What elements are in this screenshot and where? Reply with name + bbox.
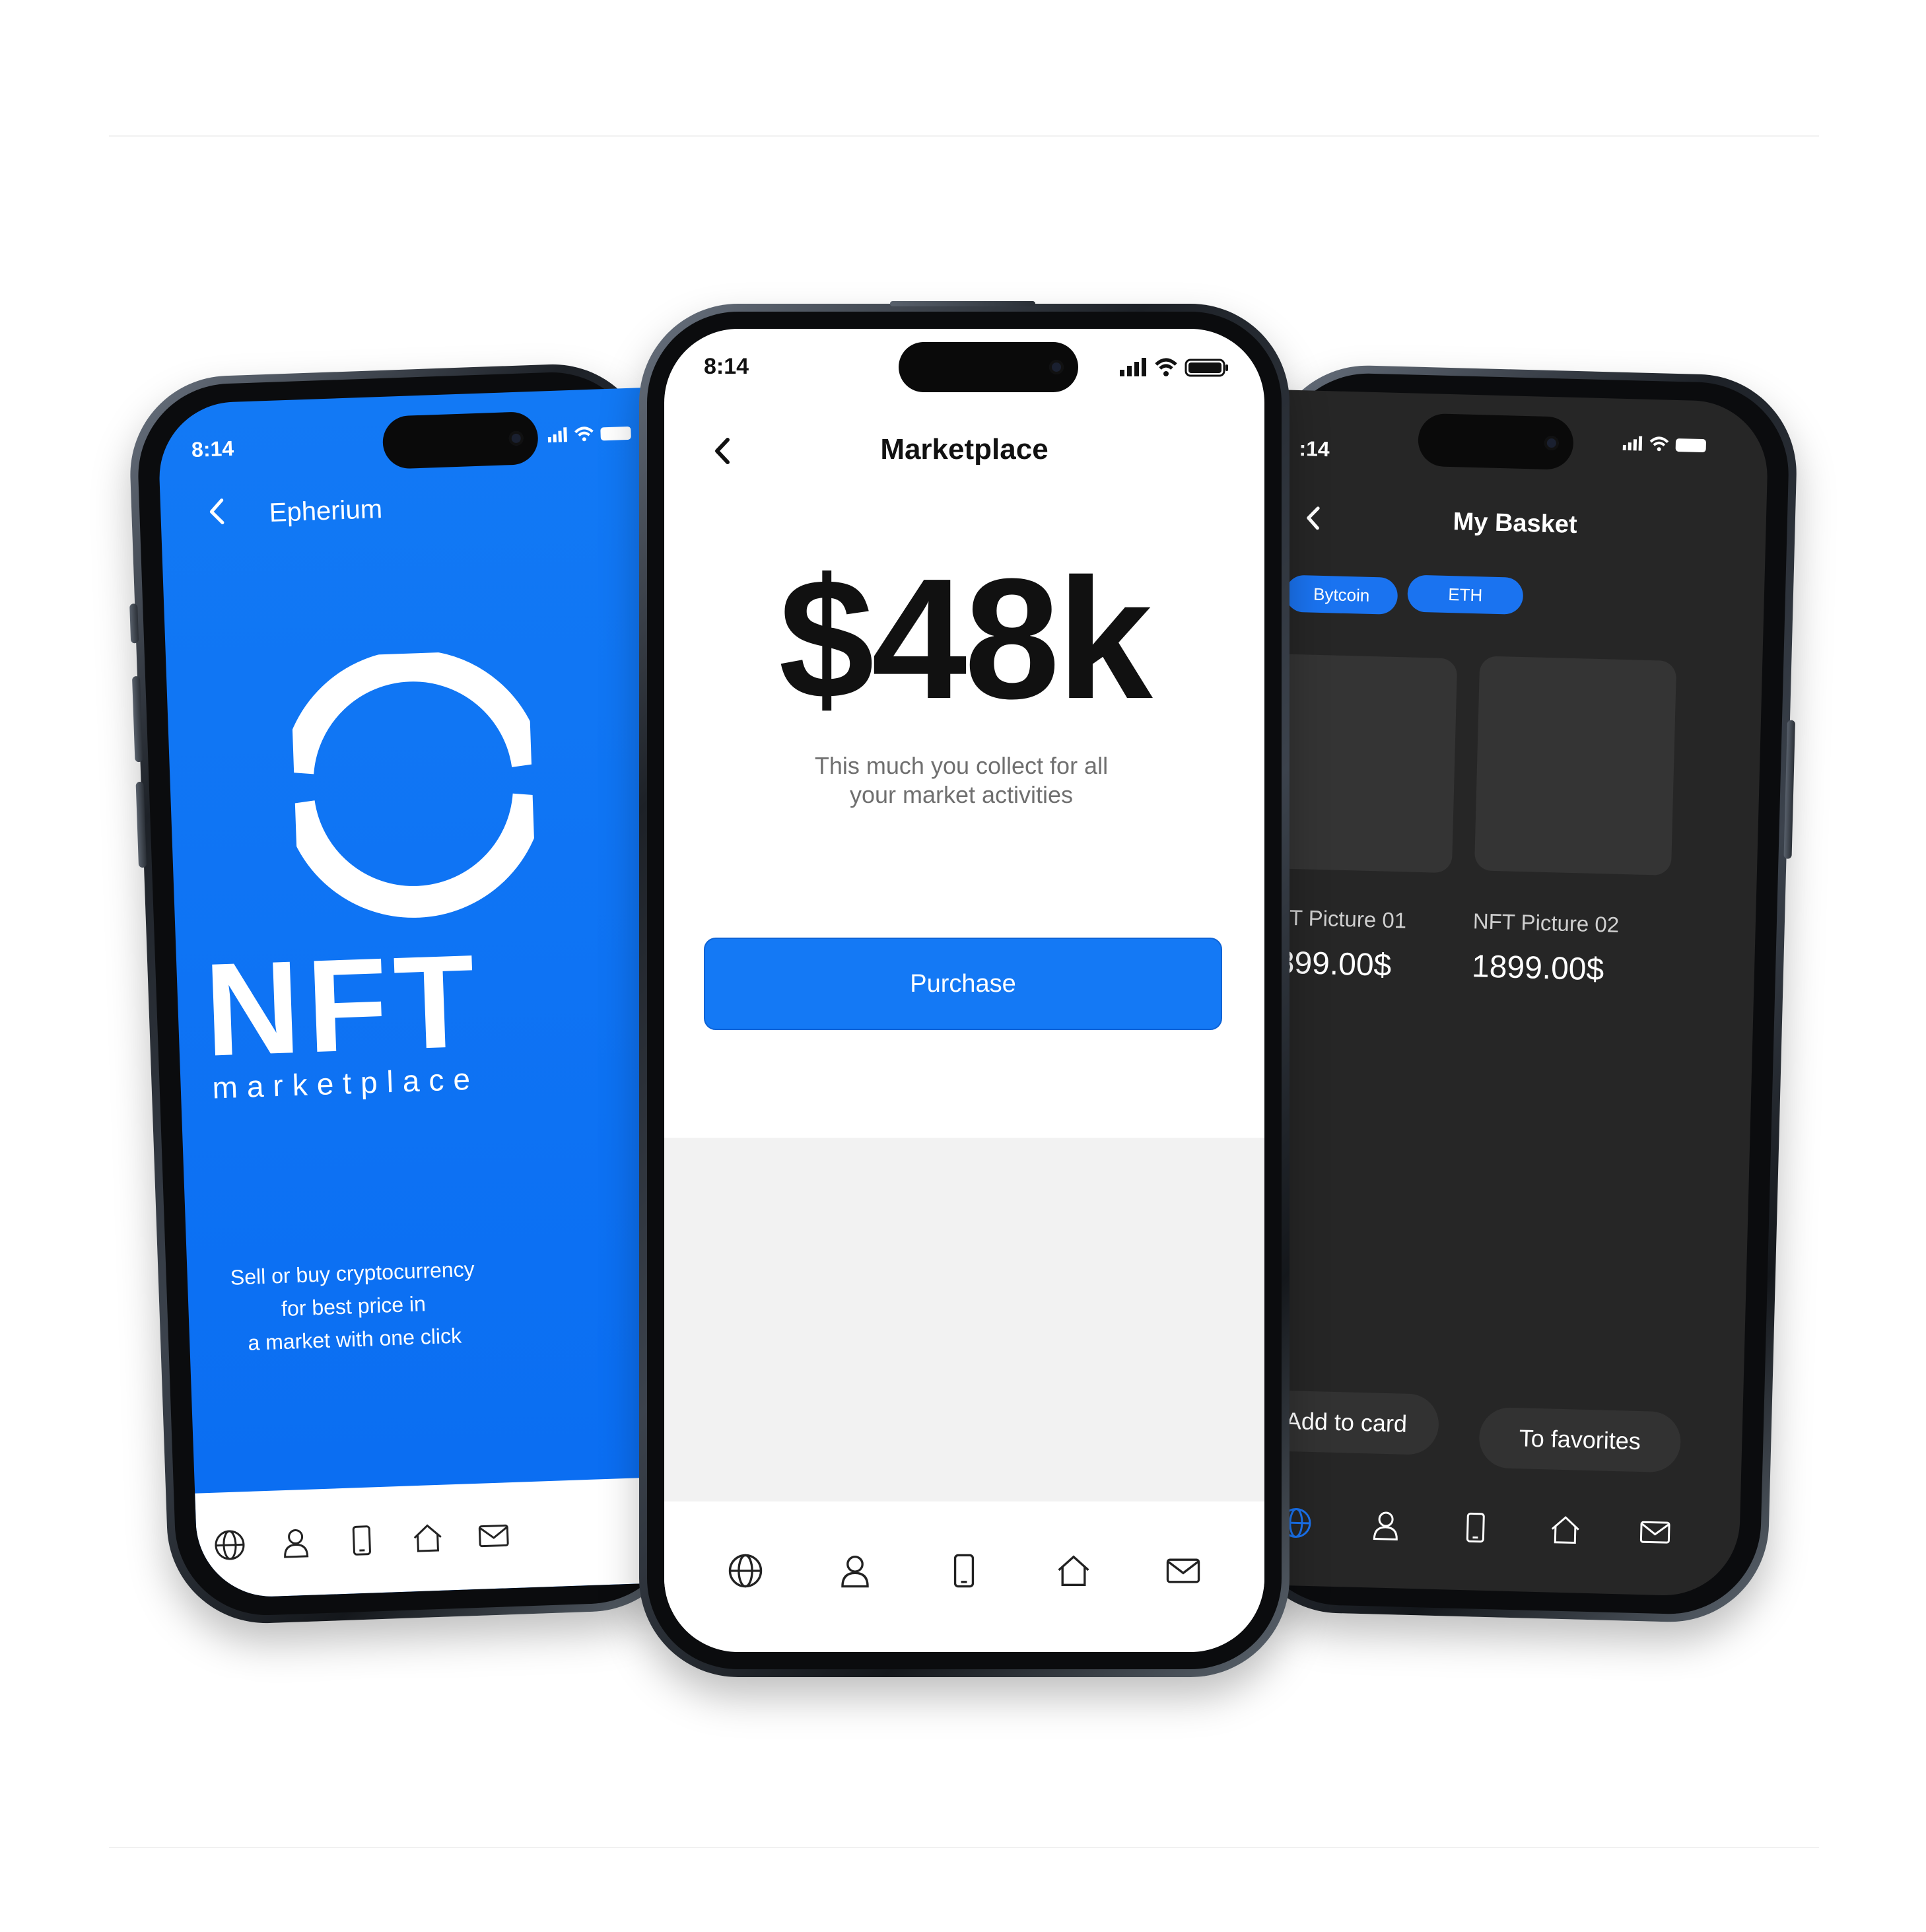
- status-icons: [1622, 433, 1715, 459]
- status-time: :14: [1299, 436, 1330, 462]
- mail-icon[interactable]: [1165, 1552, 1202, 1589]
- center-phone: 8:14 Marketplace $48k This much you coll…: [639, 301, 1290, 1677]
- top-speaker: [890, 301, 1035, 306]
- purchase-button[interactable]: Purchase: [704, 938, 1222, 1030]
- home-icon[interactable]: [1546, 1511, 1584, 1548]
- right-phone: :14 My Basket Bytcoin ETH NFT Picture 01…: [1238, 362, 1799, 1625]
- camera-dot: [1544, 435, 1560, 451]
- logo-text-nft: NFT: [202, 927, 484, 1084]
- bottom-nav: [1243, 1472, 1741, 1584]
- home-icon[interactable]: [1055, 1552, 1092, 1589]
- logo-ring-icon: [282, 649, 545, 938]
- nft-name-02: NFT Picture 02: [1472, 909, 1620, 937]
- status-icons: [547, 422, 640, 448]
- globe-icon[interactable]: [211, 1526, 249, 1564]
- screen-title: My Basket: [1453, 508, 1578, 539]
- epherium-screen: 8:14 Epherium NFT marketplace Sell or bu…: [156, 387, 687, 1599]
- nft-price-02: 1899.00$: [1471, 949, 1604, 988]
- user-icon[interactable]: [1367, 1506, 1404, 1544]
- basket-screen: :14 My Basket Bytcoin ETH NFT Picture 01…: [1243, 389, 1770, 1598]
- mail-icon[interactable]: [475, 1517, 513, 1555]
- dynamic-island: [899, 342, 1078, 392]
- status-time: 8:14: [704, 354, 749, 379]
- to-favorites-button[interactable]: To favorites: [1478, 1406, 1682, 1473]
- bottom-divider: [109, 1847, 1819, 1848]
- globe-icon[interactable]: [727, 1552, 764, 1589]
- content-placeholder: [664, 1138, 1264, 1507]
- chip-bytcoin[interactable]: Bytcoin: [1285, 574, 1398, 615]
- top-divider: [109, 135, 1819, 137]
- collected-amount: $48k: [778, 543, 1152, 735]
- description-line: This much you collect for all: [814, 752, 1109, 779]
- user-icon[interactable]: [837, 1552, 874, 1589]
- camera-dot: [1049, 360, 1064, 374]
- back-button[interactable]: [1300, 502, 1324, 537]
- status-icons: [1120, 355, 1239, 382]
- status-time: 8:14: [191, 436, 234, 462]
- left-phone: 8:14 Epherium NFT marketplace Sell or bu…: [127, 361, 692, 1627]
- description: Sell or buy cryptocurrency for best pric…: [187, 1251, 520, 1362]
- amount-description: This much you collect for all your marke…: [763, 751, 1159, 810]
- phone-icon[interactable]: [946, 1552, 982, 1589]
- phone-icon[interactable]: [1457, 1509, 1494, 1546]
- bottom-nav: [664, 1501, 1264, 1640]
- user-icon[interactable]: [277, 1524, 315, 1562]
- mail-icon[interactable]: [1636, 1513, 1674, 1551]
- phone-icon[interactable]: [343, 1521, 381, 1560]
- dynamic-island: [382, 411, 539, 469]
- chip-eth[interactable]: ETH: [1407, 574, 1524, 615]
- camera-dot: [508, 431, 524, 446]
- dynamic-island: [1417, 413, 1574, 470]
- description-line: your market activities: [849, 781, 1074, 808]
- nft-image-02[interactable]: [1474, 656, 1677, 876]
- bottom-nav: [195, 1476, 687, 1599]
- home-icon[interactable]: [409, 1519, 447, 1558]
- screen-title: Marketplace: [880, 433, 1049, 466]
- marketplace-screen: 8:14 Marketplace $48k This much you coll…: [664, 329, 1264, 1652]
- side-button: [129, 604, 139, 644]
